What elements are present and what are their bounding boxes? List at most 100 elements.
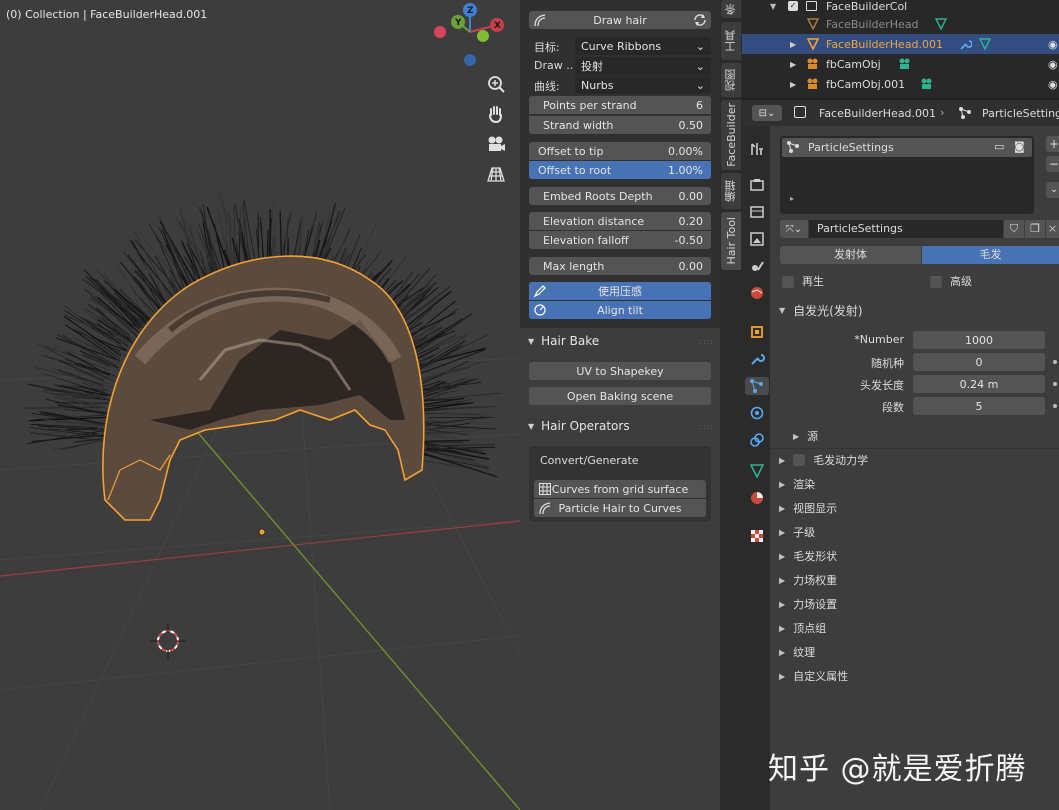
drag-grip-icon[interactable]: :::: <box>699 337 714 346</box>
use-pressure-toggle[interactable]: 使用压感 <box>529 282 711 300</box>
textures-section[interactable]: ▶ 纹理 <box>770 641 1059 663</box>
navigation-gizmo[interactable]: Z X Y <box>434 3 504 66</box>
outliner-row-facebuilderhead[interactable]: FaceBuilderHead <box>742 14 1059 34</box>
segments-field[interactable]: 5 <box>913 397 1045 415</box>
draw-hair-button[interactable]: Draw hair <box>529 11 711 29</box>
emission-section-header[interactable]: ▼ 自发光(发射) <box>770 299 1059 321</box>
curves-from-grid-button[interactable]: Curves from grid surface <box>534 480 706 498</box>
target-select[interactable]: Curve Ribbons ⌄ <box>575 37 711 55</box>
offset-to-root-field[interactable]: Offset to root 1.00% <box>529 161 711 179</box>
expand-triangle-icon[interactable]: ▶ <box>790 40 796 49</box>
checkbox-icon[interactable] <box>793 454 806 466</box>
max-length-field[interactable]: Max length 0.00 <box>529 257 711 275</box>
keyframe-dot-icon[interactable] <box>1053 360 1057 364</box>
monitor-icon[interactable]: ▭ <box>994 140 1004 153</box>
tab-tool[interactable]: 工具 <box>721 22 741 60</box>
viewport-display-section[interactable]: ▶ 视图显示 <box>770 497 1059 519</box>
zoom-icon[interactable] <box>483 71 509 97</box>
fake-user-shield-icon[interactable]: ⛉ <box>1004 220 1024 238</box>
view-layer-icon[interactable] <box>748 230 766 248</box>
advanced-checkbox[interactable]: 高级 <box>930 273 972 289</box>
hair-dynamics-section[interactable]: ▶ 毛发动力学 <box>770 449 1059 471</box>
datablock-browse-button[interactable]: ⤧⌄ <box>780 220 808 238</box>
texture-icon[interactable] <box>748 527 766 545</box>
elevation-distance-field[interactable]: Elevation distance 0.20 <box>529 212 711 230</box>
children-section[interactable]: ▶ 子级 <box>770 521 1059 543</box>
editor-type-dropdown[interactable]: ⊟⌄ <box>752 105 782 121</box>
unlink-close-icon[interactable]: × <box>1046 220 1059 238</box>
add-slot-button[interactable]: + <box>1046 136 1059 152</box>
constraints-icon[interactable] <box>748 431 766 449</box>
pan-hand-icon[interactable] <box>483 101 509 127</box>
list-expand-icon[interactable]: ▸ <box>790 194 794 203</box>
camera-view-icon[interactable] <box>483 131 509 157</box>
vertex-groups-section[interactable]: ▶ 顶点组 <box>770 617 1059 639</box>
embed-roots-depth-field[interactable]: Embed Roots Depth 0.00 <box>529 187 711 205</box>
wrench-modifier-icon[interactable] <box>958 37 972 51</box>
uv-to-shapekey-button[interactable]: UV to Shapekey <box>529 362 711 380</box>
refresh-icon[interactable] <box>691 12 709 28</box>
remove-slot-button[interactable]: − <box>1046 156 1059 172</box>
number-field[interactable]: 1000 <box>913 331 1045 349</box>
field-weights-section[interactable]: ▶ 力场权重 <box>770 569 1059 591</box>
tab-view[interactable]: 视图 <box>721 63 741 97</box>
tab-item[interactable]: 条 <box>721 0 741 18</box>
particle-system-list[interactable]: ParticleSettings ▭ ◙ ▸ <box>780 136 1034 214</box>
seed-field[interactable]: 0 <box>913 353 1045 371</box>
source-subsection[interactable]: ▶ 源 <box>784 425 1059 447</box>
tool-settings-icon[interactable] <box>748 140 766 158</box>
tab-edit[interactable]: 编辑 <box>721 173 741 209</box>
eye-visibility-icon[interactable]: ◉ <box>1048 58 1058 71</box>
output-icon[interactable] <box>748 203 766 221</box>
custom-properties-section[interactable]: ▶ 自定义属性 <box>770 665 1059 687</box>
curve-select[interactable]: Nurbs ⌄ <box>575 76 711 94</box>
keyframe-dot-icon[interactable] <box>1053 382 1057 386</box>
eye-visibility-icon[interactable]: ◉ <box>1048 38 1058 51</box>
align-tilt-toggle[interactable]: Align tilt <box>529 301 711 319</box>
keyframe-dot-icon[interactable] <box>1053 404 1057 408</box>
expand-triangle-icon[interactable]: ▶ <box>790 80 796 89</box>
expand-triangle-icon[interactable]: ▼ <box>770 2 776 11</box>
outliner-row-facebuilderhead-001[interactable]: ▶ FaceBuilderHead.001 ◉ <box>742 34 1059 54</box>
emitter-type-tab[interactable]: 发射体 <box>780 246 921 264</box>
perspective-grid-icon[interactable] <box>483 161 509 187</box>
hair-type-tab[interactable]: 毛发 <box>922 246 1059 264</box>
points-per-strand-field[interactable]: Points per strand 6 <box>529 96 711 114</box>
offset-to-tip-field[interactable]: Offset to tip 0.00% <box>529 142 711 160</box>
list-item[interactable]: ParticleSettings ▭ ◙ <box>782 138 1032 157</box>
open-baking-scene-button[interactable]: Open Baking scene <box>529 387 711 405</box>
checkbox-checked-icon[interactable]: ✓ <box>788 1 798 11</box>
render-icon[interactable] <box>748 176 766 194</box>
regrow-checkbox[interactable]: 再生 <box>782 273 824 289</box>
hair-length-field[interactable]: 0.24 m <box>913 375 1045 393</box>
drag-grip-icon[interactable]: :::: <box>699 422 714 431</box>
object-properties-icon[interactable] <box>748 323 766 341</box>
3d-cursor-icon[interactable] <box>150 623 186 659</box>
physics-icon[interactable] <box>748 404 766 422</box>
material-icon[interactable] <box>748 489 766 507</box>
particles-tab-icon[interactable] <box>745 377 769 395</box>
modifier-wrench-icon[interactable] <box>748 350 766 368</box>
eye-visibility-icon[interactable]: ◉ <box>1048 78 1058 91</box>
datablock-name-field[interactable]: ParticleSettings <box>809 220 1003 238</box>
expand-triangle-icon[interactable]: ▶ <box>790 60 796 69</box>
elevation-falloff-field[interactable]: Elevation falloff -0.50 <box>529 231 711 249</box>
force-field-settings-section[interactable]: ▶ 力场设置 <box>770 593 1059 615</box>
scalp-mesh[interactable] <box>102 255 425 521</box>
tab-hair-tool[interactable]: Hair Tool <box>721 212 741 270</box>
particle-hair-to-curves-button[interactable]: Particle Hair to Curves <box>534 499 706 517</box>
duplicate-icon[interactable]: ❐ <box>1025 220 1045 238</box>
strand-width-field[interactable]: Strand width 0.50 <box>529 116 711 134</box>
hair-operators-header[interactable]: ▼ Hair Operators :::: <box>520 415 720 437</box>
outliner-row-fbcamobj-001[interactable]: ▶ fbCamObj.001 ◉ <box>742 74 1059 94</box>
world-icon[interactable] <box>748 284 766 302</box>
outliner-row-fbcamobj[interactable]: ▶ fbCamObj ◉ <box>742 54 1059 74</box>
object-data-icon[interactable] <box>748 462 766 480</box>
render-section[interactable]: ▶ 渲染 <box>770 473 1059 495</box>
draw-select[interactable]: 投射 ⌄ <box>575 57 711 75</box>
hair-bake-header[interactable]: ▼ Hair Bake :::: <box>520 330 720 352</box>
scene-icon[interactable] <box>748 257 766 275</box>
hair-shape-section[interactable]: ▶ 毛发形状 <box>770 545 1059 567</box>
tab-facebuilder[interactable]: FaceBuilder <box>721 100 741 170</box>
list-menu-chevron-icon[interactable]: ⌄ <box>1046 182 1059 198</box>
